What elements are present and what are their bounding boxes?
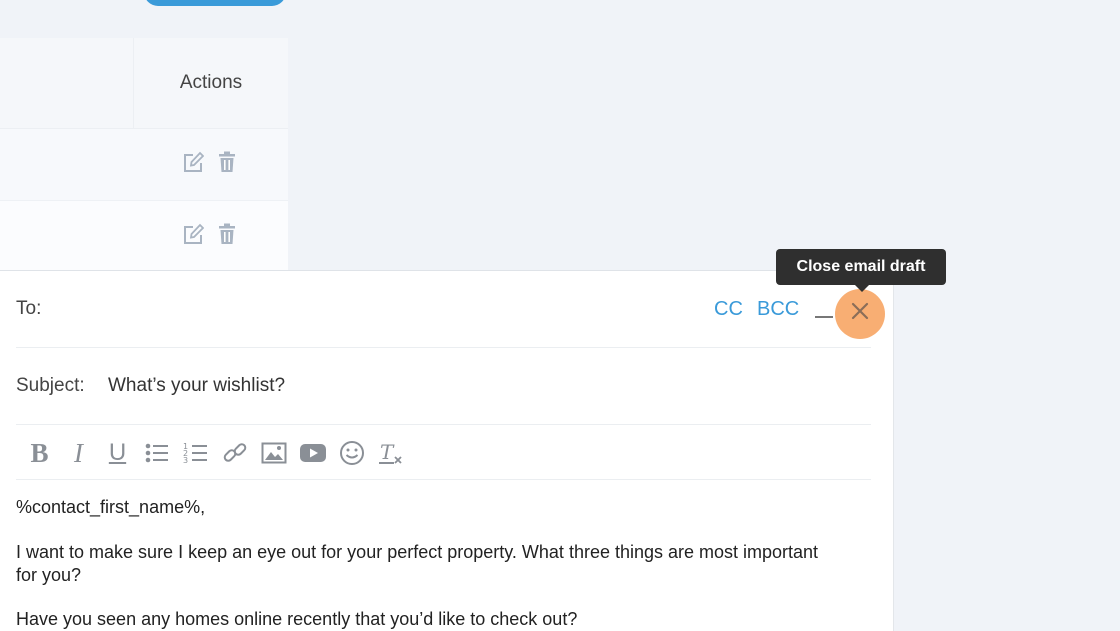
link-icon[interactable] — [215, 437, 254, 469]
cc-button[interactable]: CC — [714, 298, 743, 321]
numbered-list-icon[interactable]: 123 — [176, 437, 215, 469]
data-table: Actions — [0, 38, 288, 273]
subject-field[interactable]: What’s your wishlist? — [108, 375, 285, 397]
emoji-icon[interactable] — [332, 437, 371, 469]
primary-button[interactable] — [144, 0, 286, 6]
divider — [16, 479, 871, 480]
close-icon — [851, 302, 869, 320]
italic-icon[interactable]: I — [59, 437, 98, 469]
bcc-button[interactable]: BCC — [757, 298, 799, 321]
clear-format-icon[interactable]: T — [371, 437, 410, 469]
svg-text:3: 3 — [183, 456, 188, 465]
image-icon[interactable] — [254, 437, 293, 469]
trash-icon[interactable] — [216, 222, 238, 246]
minimize-button[interactable] — [813, 303, 835, 319]
subject-label: Subject: — [16, 375, 85, 396]
edit-icon[interactable] — [182, 222, 204, 246]
email-composer: To: CC BCC Subject: What’s your wishlist… — [0, 270, 894, 631]
svg-text:T: T — [380, 440, 395, 464]
formatting-toolbar: B I U 123 T — [20, 437, 410, 469]
close-draft-tooltip: Close email draft — [776, 249, 946, 292]
table-header-row: Actions — [0, 38, 288, 129]
to-label: To: — [16, 298, 42, 319]
to-field[interactable] — [60, 293, 684, 325]
trash-icon[interactable] — [216, 150, 238, 174]
greeting-text: %contact_first_name%, — [16, 497, 206, 517]
divider — [16, 424, 871, 425]
divider — [16, 347, 871, 348]
row-actions — [182, 222, 238, 246]
video-icon[interactable] — [293, 437, 332, 469]
actions-column-header: Actions — [179, 72, 243, 93]
table-row — [0, 129, 288, 201]
close-draft-button[interactable] — [835, 289, 885, 339]
edit-icon[interactable] — [182, 150, 204, 174]
minimize-icon — [815, 316, 833, 318]
table-row — [0, 201, 288, 273]
body-paragraph: I want to make sure I keep an eye out fo… — [16, 542, 819, 585]
body-paragraph: Have you seen any homes online recently … — [16, 609, 578, 629]
row-actions — [182, 150, 238, 174]
bulleted-list-icon[interactable] — [137, 437, 176, 469]
bold-icon[interactable]: B — [20, 437, 59, 469]
underline-icon[interactable]: U — [98, 437, 137, 469]
